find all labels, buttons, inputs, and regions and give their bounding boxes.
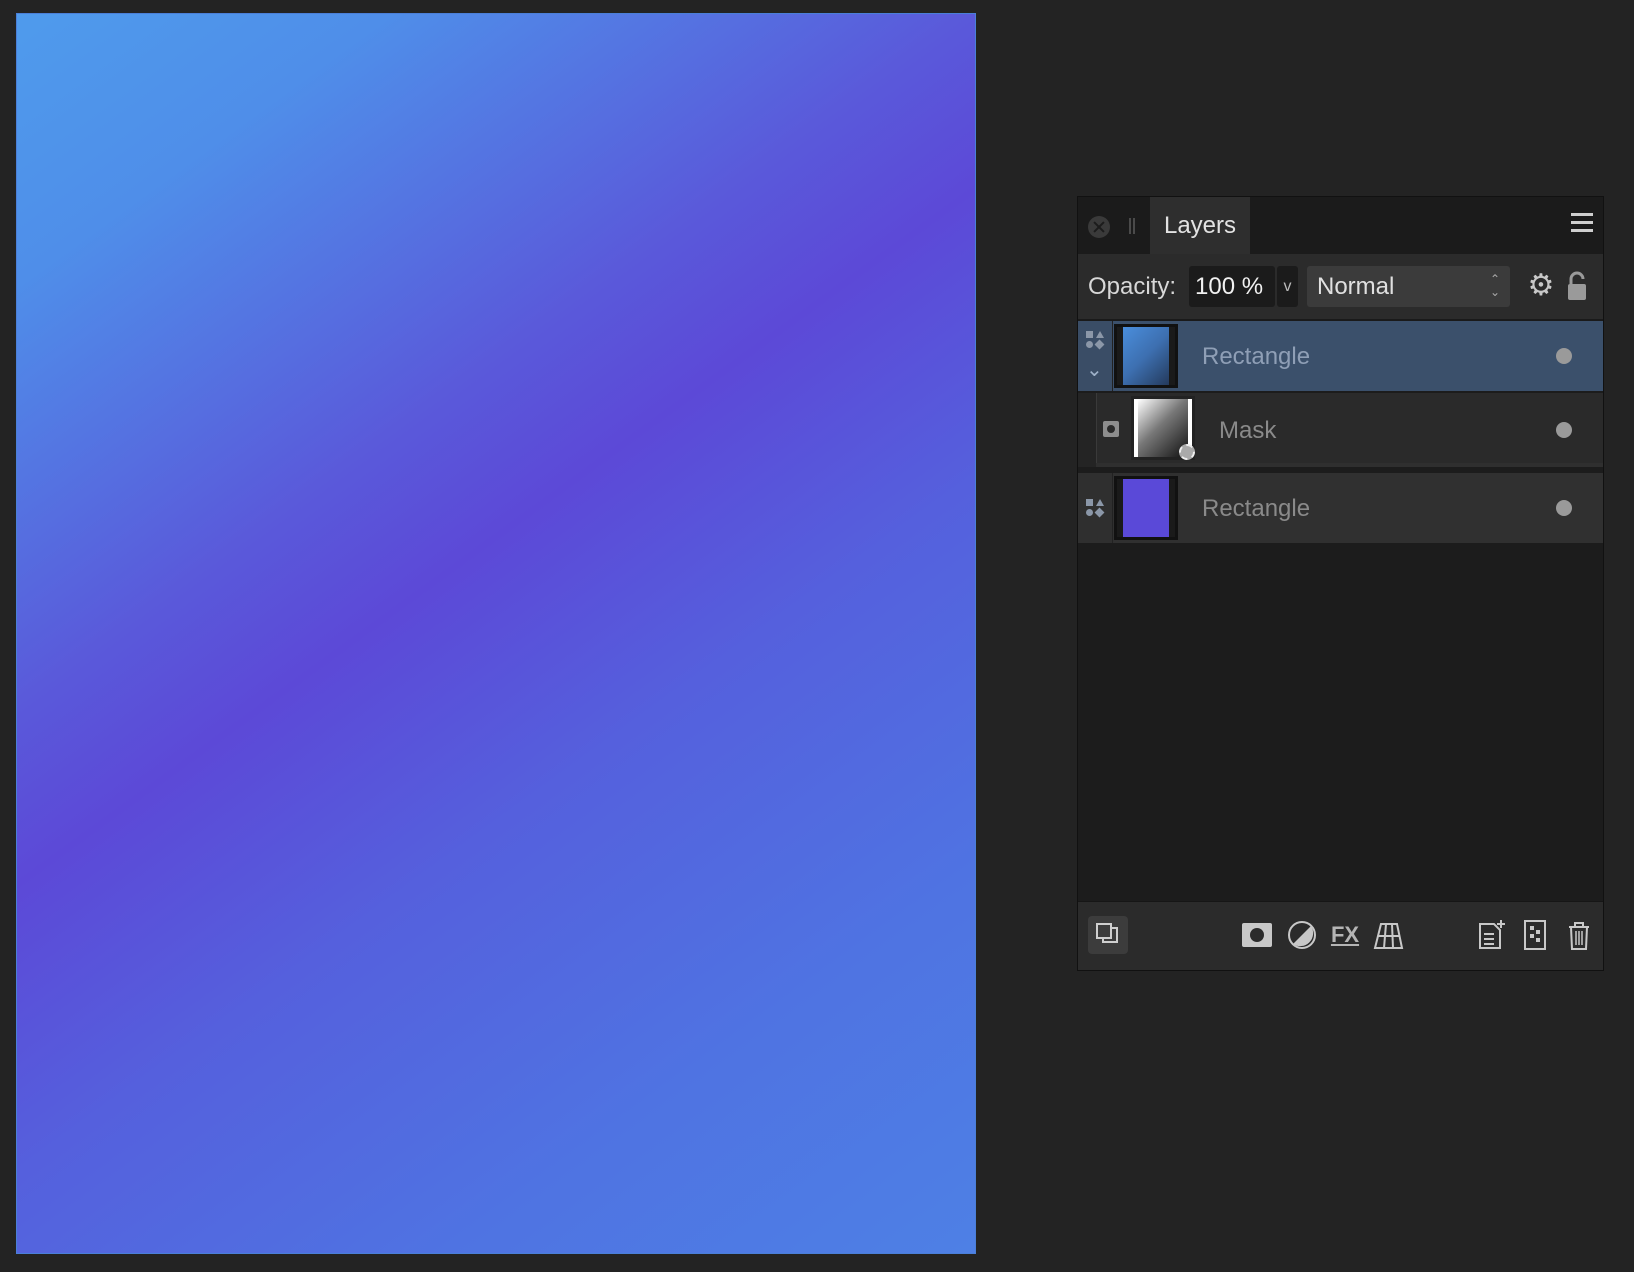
tab-layers[interactable]: Layers	[1150, 197, 1250, 254]
expand-chevron-icon[interactable]: ⌄	[1086, 357, 1103, 382]
opacity-label: Opacity:	[1088, 273, 1177, 300]
layer-row-rectangle-2[interactable]: Rectangle	[1078, 473, 1603, 543]
drag-grip-icon[interactable]	[1129, 218, 1135, 234]
opacity-dropdown-icon[interactable]: v	[1277, 266, 1298, 307]
mask-badge-icon	[1179, 444, 1195, 460]
layer-properties-bar: Opacity: 100 % v Normal ⌃ ⌄ ⚙	[1078, 254, 1603, 321]
adjustment-icon[interactable]	[1285, 918, 1319, 952]
document-canvas[interactable]	[16, 13, 976, 1254]
fx-icon[interactable]: FX	[1328, 918, 1362, 952]
visibility-dot-icon[interactable]	[1556, 422, 1572, 438]
close-panel-icon[interactable]	[1088, 216, 1110, 238]
layer-name: Mask	[1219, 417, 1277, 444]
gear-icon[interactable]: ⚙	[1523, 268, 1559, 304]
shape-type-icon	[1086, 499, 1105, 518]
blend-mode-select[interactable]: Normal ⌃ ⌄	[1307, 266, 1510, 307]
panel-tab-bar: Layers	[1078, 197, 1603, 255]
shape-type-icon	[1086, 331, 1105, 350]
layer-name: Rectangle	[1202, 495, 1311, 522]
layers-bottom-bar: FX	[1078, 901, 1603, 970]
layer-thumbnail	[1114, 476, 1178, 540]
opacity-input[interactable]: 100 %	[1189, 266, 1275, 307]
mesh-warp-icon[interactable]	[1371, 918, 1405, 952]
layer-row-gutter: ⌄	[1078, 321, 1113, 391]
add-layer-icon[interactable]	[1474, 918, 1508, 952]
layer-row-rectangle-1[interactable]: ⌄ Rectangle	[1078, 321, 1603, 391]
mask-type-icon	[1103, 421, 1119, 437]
visibility-dot-icon[interactable]	[1556, 348, 1572, 364]
mask-icon[interactable]	[1240, 918, 1274, 952]
layer-row-gutter	[1078, 473, 1113, 543]
trash-icon[interactable]	[1562, 918, 1596, 952]
lock-icon[interactable]	[1562, 268, 1592, 304]
pixel-layer-icon[interactable]	[1518, 918, 1552, 952]
layer-row-mask[interactable]: Mask	[1078, 393, 1603, 467]
stepper-arrows-icon: ⌃ ⌄	[1489, 272, 1500, 299]
blend-mode-value: Normal	[1317, 273, 1395, 300]
layers-panel: Layers Opacity: 100 % v Normal ⌃ ⌄ ⚙ ⌄ R…	[1077, 196, 1604, 971]
layer-name: Rectangle	[1202, 343, 1311, 370]
visibility-dot-icon[interactable]	[1556, 500, 1572, 516]
layer-thumbnail	[1114, 324, 1178, 388]
panel-menu-icon[interactable]	[1571, 213, 1593, 235]
layer-stack-icon[interactable]	[1088, 916, 1128, 954]
mask-thumbnail	[1131, 396, 1195, 460]
